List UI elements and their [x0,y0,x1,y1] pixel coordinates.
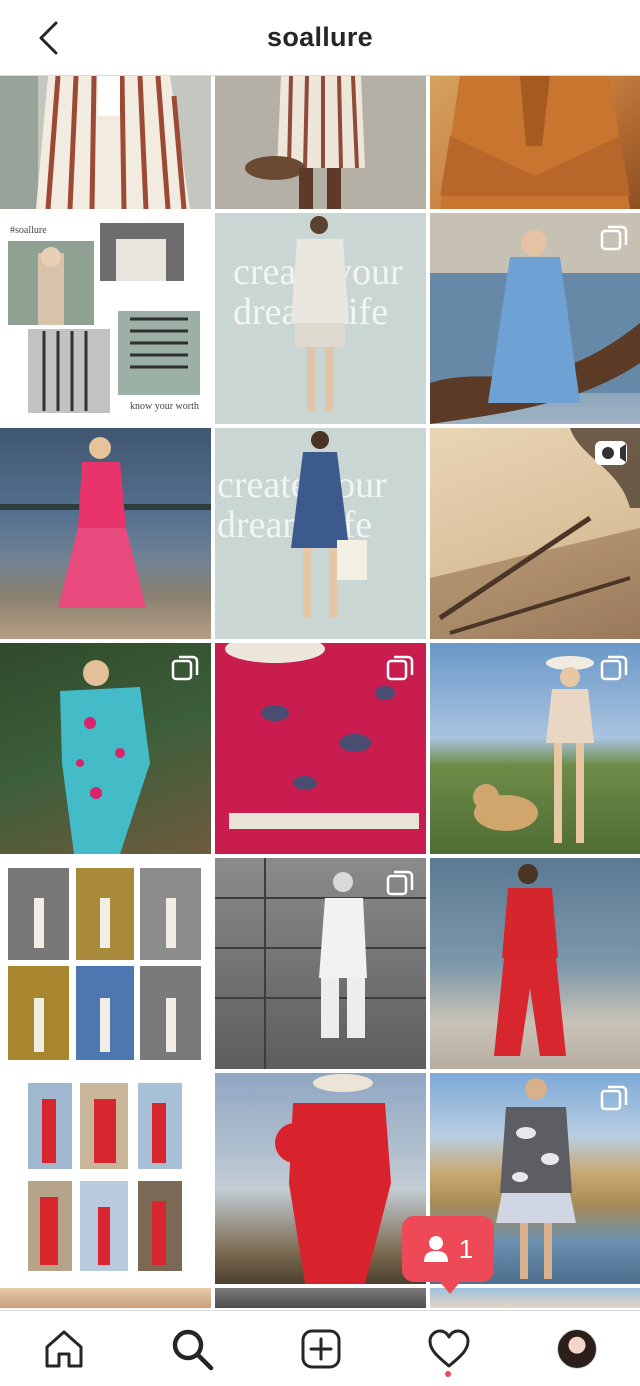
post-floral-wrap-dress[interactable] [0,643,211,854]
post-image [8,223,200,413]
post-red-set-lake[interactable] [430,858,640,1069]
carousel-icon [600,225,628,251]
post-image [8,868,201,1060]
carousel-icon [600,1085,628,1111]
post-image [0,437,211,608]
post-create-your-dream-life-white[interactable]: create your dream life [215,213,426,424]
post-denim-dress-tree[interactable] [430,213,640,424]
post-striped-shorts-hat[interactable] [215,76,426,209]
post-image [291,216,349,411]
activity-notification-bubble[interactable]: 1 [402,1216,494,1294]
post-white-jumpsuit-wall[interactable] [215,858,426,1069]
post-image [0,76,211,209]
post-collage-red-looks[interactable] [0,1073,211,1284]
tab-search[interactable] [167,1325,217,1373]
post-image [28,1083,182,1271]
plus-square-icon [301,1329,341,1369]
avatar [557,1329,597,1369]
post-pink-dress-beach[interactable] [0,428,211,639]
tab-profile[interactable] [552,1325,602,1373]
post-partial-1[interactable] [0,1288,211,1308]
post-shadow-wall-video[interactable] [430,428,640,639]
post-camel-coat[interactable] [430,76,640,209]
post-striped-blazer[interactable] [0,76,211,209]
post-partial-3[interactable] [430,1288,640,1308]
post-pink-print-blouse[interactable] [215,643,426,854]
user-icon [423,1236,448,1262]
post-collage-neutral-looks[interactable] [0,858,211,1069]
top-bar: soallure [0,0,640,76]
tab-new-post[interactable] [296,1325,346,1373]
carousel-icon [600,655,628,681]
profile-username-title: soallure [267,22,373,52]
post-image [275,1074,391,1284]
post-image [494,864,566,1056]
bottom-tab-bar [0,1310,640,1386]
post-image [215,76,426,209]
home-icon [45,1330,83,1368]
carousel-icon [386,870,414,896]
post-create-your-dream-life-denim[interactable]: create your dream life [215,428,426,639]
video-icon [595,441,627,465]
search-icon [172,1329,214,1371]
carousel-icon [386,655,414,681]
post-red-jumpsuit-sky[interactable] [215,1073,426,1284]
activity-unread-dot [445,1371,451,1377]
notification-count: 1 [458,1233,474,1264]
post-collage-striped-set[interactable]: #soallure know your worth [0,213,211,424]
carousel-icon [171,655,199,681]
collage-caption-bottom: know your worth [130,401,199,412]
post-image [440,76,630,209]
post-peplum-dog-field[interactable] [430,643,640,854]
collage-caption-top: #soallure [10,225,47,236]
posts-grid: #soallure know your worth create your dr… [0,76,640,1310]
post-partial-2[interactable] [215,1288,426,1308]
post-image [291,431,367,618]
heart-icon [428,1329,470,1368]
tab-home[interactable] [39,1325,89,1373]
tab-activity[interactable] [424,1325,474,1373]
